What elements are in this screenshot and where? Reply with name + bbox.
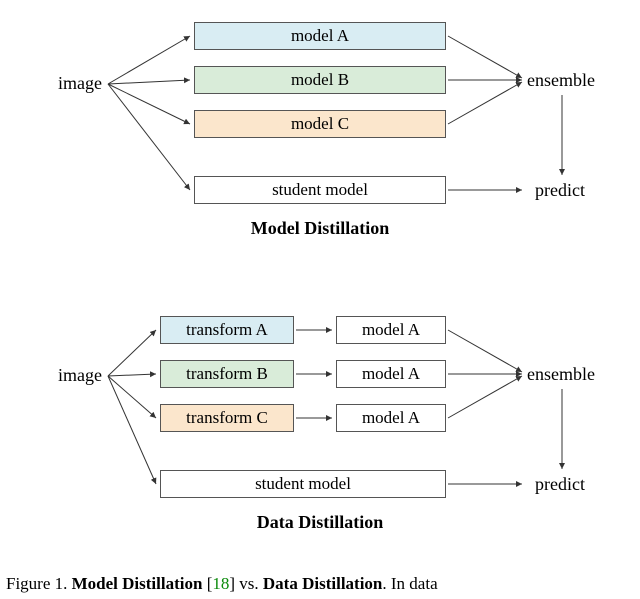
transform-a-text: transform A (186, 320, 268, 340)
student-model-text: student model (272, 180, 368, 200)
transform-c-text: transform C (186, 408, 268, 428)
image-label: image (58, 73, 102, 94)
model-a1-text: model A (362, 320, 420, 340)
model-a3-box: model A (336, 404, 446, 432)
student-model-text: student model (255, 474, 351, 494)
model-a-box: model A (194, 22, 446, 50)
model-a3-text: model A (362, 408, 420, 428)
caption-pre: Figure 1. (6, 574, 72, 593)
model-a2-text: model A (362, 364, 420, 384)
caption-b1: Model Distillation (72, 574, 203, 593)
model-a-text: model A (291, 26, 349, 46)
ensemble-label: ensemble (527, 364, 595, 385)
transform-a-box: transform A (160, 316, 294, 344)
model-distillation-title: Model Distillation (0, 218, 640, 239)
model-distillation-diagram: image model A model B model C student mo… (0, 0, 640, 260)
transform-b-text: transform B (186, 364, 268, 384)
data-distillation-diagram: image transform A transform B transform … (0, 290, 640, 570)
figure-caption: Figure 1. Model Distillation [18] vs. Da… (6, 574, 438, 594)
student-model-box: student model (194, 176, 446, 204)
student-model-box: student model (160, 470, 446, 498)
predict-label: predict (535, 180, 585, 201)
transform-c-box: transform C (160, 404, 294, 432)
model-c-box: model C (194, 110, 446, 138)
caption-b2: Data Distillation (263, 574, 382, 593)
caption-mid: [ (202, 574, 212, 593)
model-c-text: model C (291, 114, 349, 134)
caption-post: ] vs. (229, 574, 263, 593)
model-b-text: model B (291, 70, 349, 90)
predict-label: predict (535, 474, 585, 495)
model-a1-box: model A (336, 316, 446, 344)
ensemble-label: ensemble (527, 70, 595, 91)
model-a2-box: model A (336, 360, 446, 388)
image-label: image (58, 365, 102, 386)
model-b-box: model B (194, 66, 446, 94)
caption-tail: . In data (382, 574, 437, 593)
transform-b-box: transform B (160, 360, 294, 388)
caption-cite: 18 (212, 574, 229, 593)
data-distillation-title: Data Distillation (0, 512, 640, 533)
